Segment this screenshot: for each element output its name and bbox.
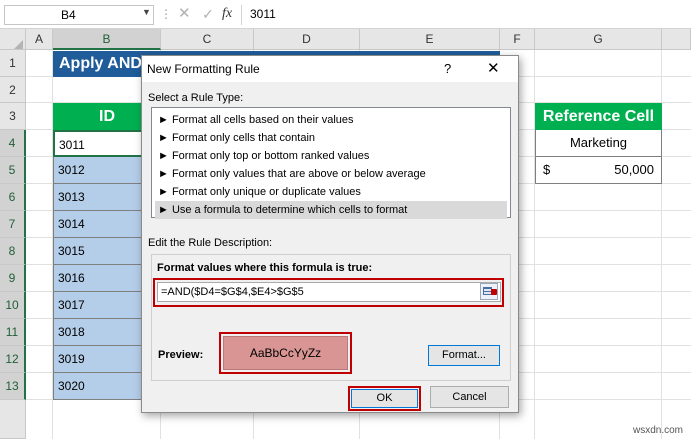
rule-type-item[interactable]: ► Format all cells based on their values [155, 111, 507, 129]
column-header-e[interactable]: E [360, 29, 500, 50]
salary-value: 50,000 [614, 162, 654, 177]
name-box-dropdown-icon[interactable]: ▼ [142, 7, 151, 17]
column-header-blank [662, 29, 691, 50]
rule-type-list[interactable]: ► Format all cells based on their values… [151, 107, 511, 219]
new-formatting-rule-dialog: New Formatting Rule ? ✕ Select a Rule Ty… [141, 55, 519, 413]
row-header-4[interactable]: 4 [0, 130, 26, 157]
formula-input[interactable]: 3011 [241, 5, 687, 25]
row-header-6[interactable]: 6 [0, 184, 26, 211]
row-header-1[interactable]: 1 [0, 50, 26, 77]
row-header-3[interactable]: 3 [0, 103, 26, 130]
rule-type-item[interactable]: ► Format only values that are above or b… [155, 165, 507, 183]
column-header-c[interactable]: C [161, 29, 254, 50]
format-preview: AaBbCcYyZz [223, 336, 348, 370]
column-header-f[interactable]: F [500, 29, 535, 50]
dialog-title: New Formatting Rule [147, 62, 260, 76]
enter-entry-icon[interactable]: ✓ [202, 5, 214, 23]
ok-button[interactable]: OK [351, 389, 418, 408]
name-box[interactable]: B4 [4, 5, 154, 25]
dialog-titlebar[interactable]: New Formatting Rule ? ✕ [142, 56, 518, 82]
row-header-2[interactable]: 2 [0, 77, 26, 103]
row-header-10[interactable]: 10 [0, 292, 26, 319]
watermark: wsxdn.com [632, 425, 683, 436]
select-all-triangle-icon [14, 40, 23, 49]
rule-type-item[interactable]: ► Format only cells that contain [155, 129, 507, 147]
rule-type-label: Select a Rule Type: [148, 92, 244, 104]
range-selector-button[interactable] [480, 283, 498, 300]
row-header-8[interactable]: 8 [0, 238, 26, 265]
rule-type-item[interactable]: ► Format only top or bottom ranked value… [155, 147, 507, 165]
range-arrow-icon [491, 289, 497, 295]
row-header-7[interactable]: 7 [0, 211, 26, 238]
row-header-12[interactable]: 12 [0, 346, 26, 373]
rule-type-item-selected[interactable]: ► Use a formula to determine which cells… [155, 201, 507, 219]
row-header-5[interactable]: 5 [0, 157, 26, 184]
cancel-button[interactable]: Cancel [430, 386, 509, 408]
rule-type-item[interactable]: ► Format only unique or duplicate values [155, 183, 507, 201]
formula-label: Format values where this formula is true… [157, 262, 373, 274]
row-header-11[interactable]: 11 [0, 319, 26, 346]
rule-description-label: Edit the Rule Description: [148, 237, 273, 249]
cancel-entry-icon[interactable]: ✕ [178, 5, 191, 23]
format-button[interactable]: Format... [428, 345, 500, 366]
preview-label: Preview: [158, 349, 204, 361]
help-icon[interactable]: ? [444, 56, 451, 82]
row-header-9[interactable]: 9 [0, 265, 26, 292]
formula-bar-grip-icon: ⋮ [160, 7, 172, 21]
row-header-blank [0, 400, 26, 439]
close-icon[interactable]: ✕ [487, 56, 500, 82]
column-header-d[interactable]: D [254, 29, 360, 50]
row-header-13[interactable]: 13 [0, 373, 26, 400]
reference-cell-header[interactable]: Reference Cell [535, 103, 662, 130]
reference-department-cell[interactable]: Marketing [535, 130, 662, 157]
currency-symbol: $ [543, 162, 551, 177]
rule-formula-input[interactable]: =AND($D4=$G$4,$E4>$G$5 [157, 282, 501, 302]
column-header-g[interactable]: G [535, 29, 662, 50]
insert-function-button[interactable]: fx [222, 5, 232, 23]
column-header-b[interactable]: B [53, 29, 161, 50]
column-header-a[interactable]: A [26, 29, 53, 50]
reference-salary-cell[interactable]: $ 50,000 [535, 157, 662, 184]
